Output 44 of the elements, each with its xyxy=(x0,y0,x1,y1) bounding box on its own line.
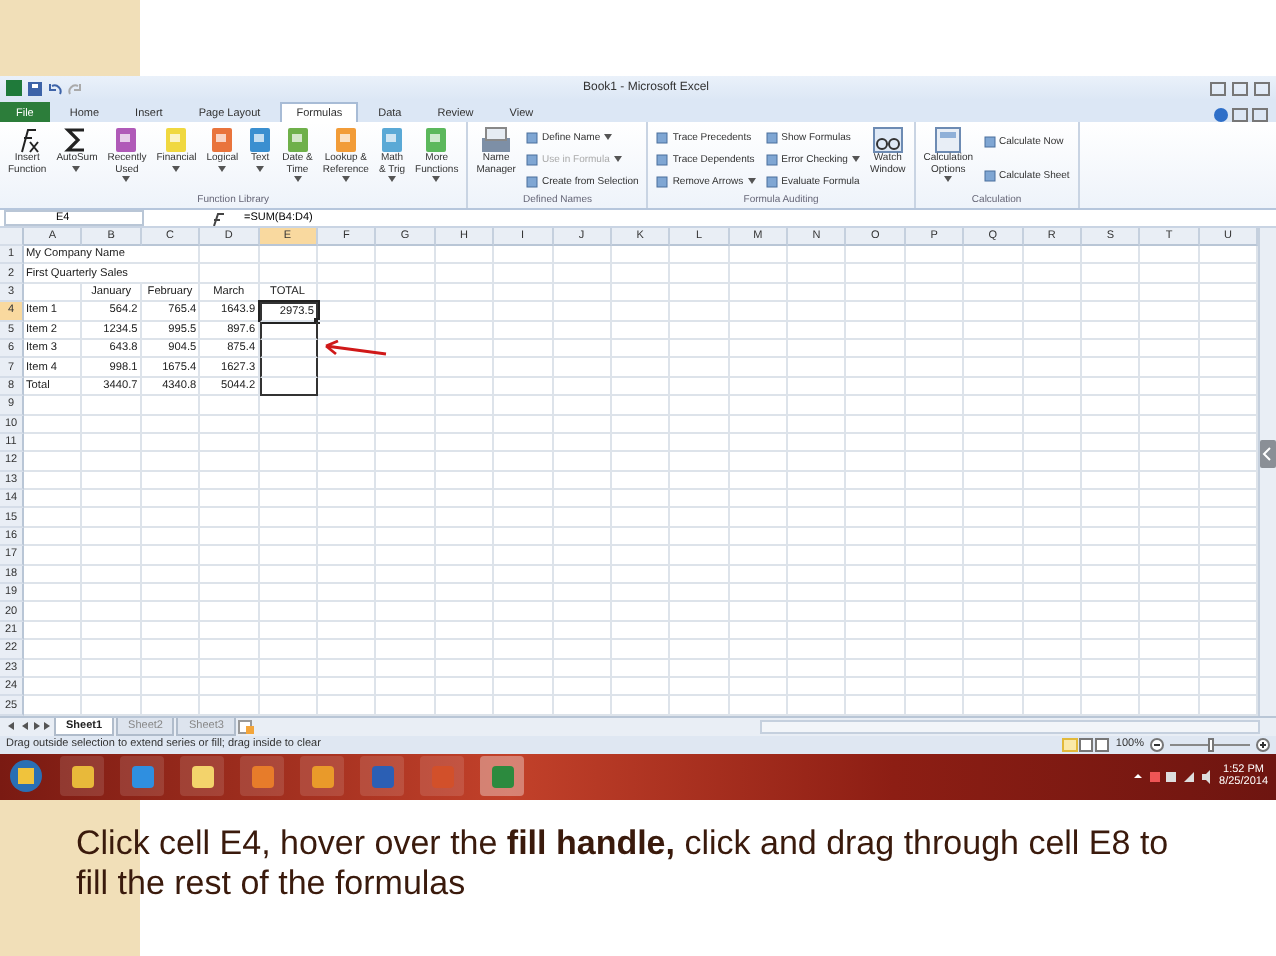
media-player-icon[interactable] xyxy=(249,763,275,790)
redo-icon[interactable] xyxy=(68,81,82,95)
zoom-slider-thumb[interactable] xyxy=(1207,737,1213,752)
start-orb-icon[interactable] xyxy=(8,758,44,795)
slide-accent-strip xyxy=(0,0,140,76)
fill-handle[interactable] xyxy=(313,317,320,324)
book-icon xyxy=(248,126,273,154)
view-buttons-icon[interactable] xyxy=(1061,737,1110,752)
select-all-corner[interactable] xyxy=(0,228,24,246)
document-app-icon[interactable] xyxy=(369,763,395,790)
help-icon[interactable] xyxy=(1214,108,1228,122)
horizontal-scrollbar[interactable] xyxy=(760,719,1260,734)
sheet-navigation-icon[interactable] xyxy=(4,720,52,733)
book-icon xyxy=(285,126,310,154)
browser-icon[interactable] xyxy=(129,763,155,790)
tray-icons[interactable] xyxy=(1131,769,1212,784)
mail-app-icon[interactable] xyxy=(309,763,335,790)
name-manager-icon xyxy=(480,126,513,154)
undo-icon[interactable] xyxy=(48,81,62,95)
excel-app-icon[interactable] xyxy=(6,80,22,96)
save-icon[interactable] xyxy=(28,81,42,95)
annotation-arrow xyxy=(320,340,388,360)
zoom-in-icon[interactable] xyxy=(1256,737,1270,752)
book-icon xyxy=(164,126,189,154)
vertical-scrollbar[interactable] xyxy=(1258,228,1276,716)
book-icon xyxy=(210,126,235,154)
folder-icon[interactable] xyxy=(189,763,215,790)
browser-icon[interactable] xyxy=(69,763,95,790)
calculator-sheet-icon xyxy=(934,126,963,154)
book-icon xyxy=(114,126,139,154)
fx-icon[interactable] xyxy=(210,211,230,225)
book-icon xyxy=(380,126,404,154)
slide-caption: Click cell E4, hover over the fill handle, click and drag through cell E8 to fill the rest of the formulas xyxy=(76,824,1171,904)
insert-sheet-icon[interactable] xyxy=(237,719,254,734)
close-icon[interactable] xyxy=(1254,81,1270,95)
command-icon xyxy=(983,169,996,182)
command-icon xyxy=(983,136,996,149)
book-icon xyxy=(333,126,358,154)
spreadsheet-app-icon[interactable] xyxy=(489,763,515,790)
book-icon xyxy=(424,126,449,154)
presentation-app-icon[interactable] xyxy=(429,763,455,790)
collapse-panel-icon[interactable] xyxy=(1260,440,1276,468)
zoom-out-icon[interactable] xyxy=(1150,737,1164,752)
watch-window-icon xyxy=(871,126,904,154)
